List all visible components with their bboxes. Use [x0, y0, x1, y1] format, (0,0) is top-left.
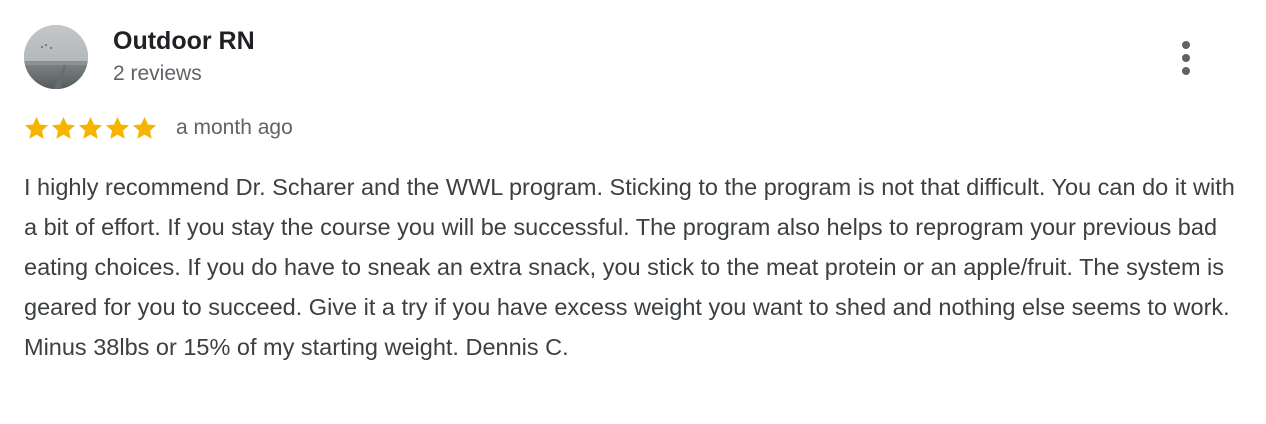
star-icon [105, 116, 130, 139]
star-icon [78, 116, 103, 139]
star-icon [24, 116, 49, 139]
star-icon [51, 116, 76, 139]
review-time: a month ago [176, 116, 293, 139]
more-options-button[interactable] [1166, 36, 1206, 80]
review-text: I highly recommend Dr. Scharer and the W… [24, 174, 1235, 360]
reviewer-name[interactable]: Outdoor RN [113, 26, 255, 56]
avatar[interactable] [24, 25, 88, 89]
reviewer-review-count: 2 reviews [113, 62, 202, 85]
star-rating [23, 114, 158, 142]
star-icon [132, 116, 157, 139]
review-card: Outdoor RN 2 reviews a month ago I highl… [0, 0, 1266, 424]
avatar-landscape-image [24, 25, 88, 89]
